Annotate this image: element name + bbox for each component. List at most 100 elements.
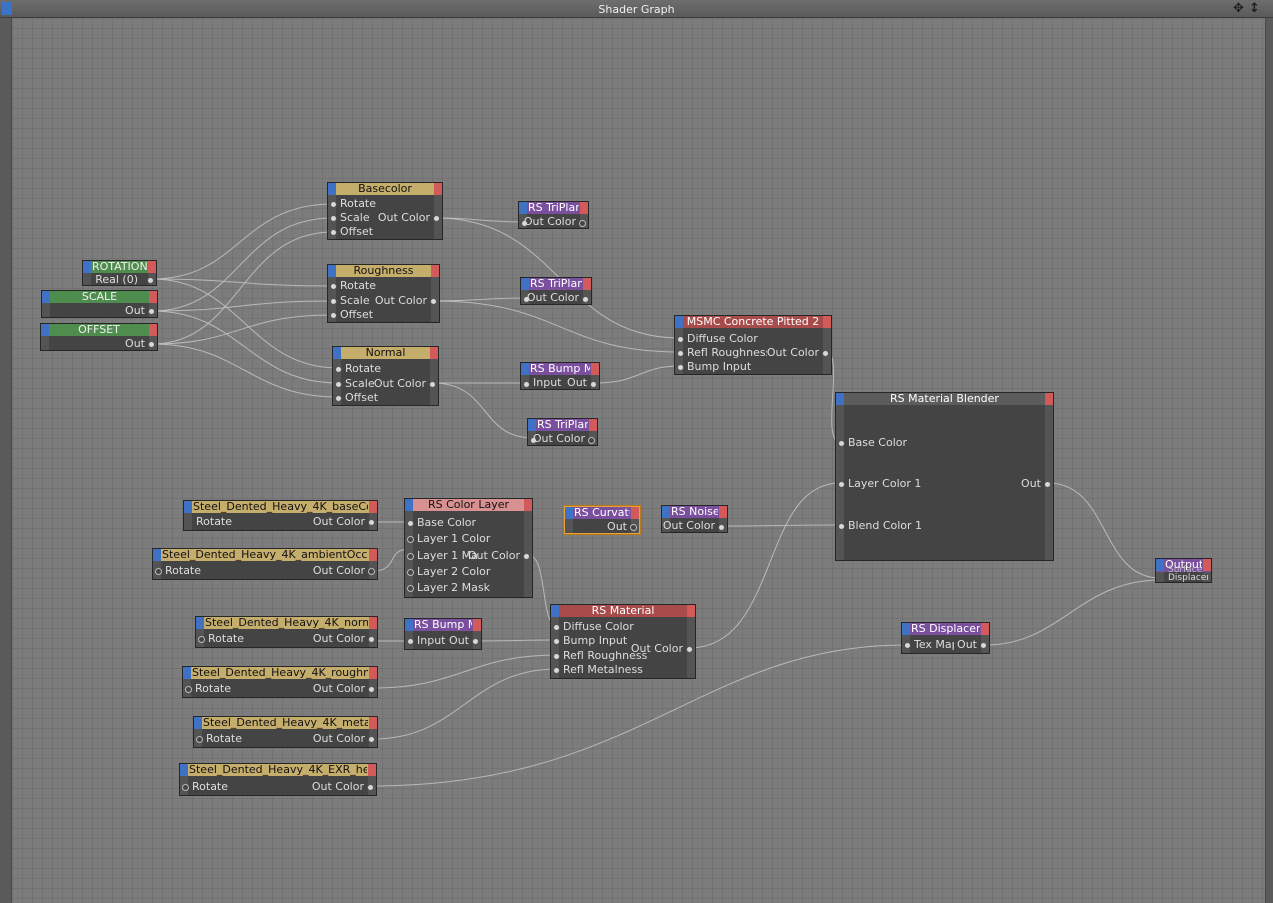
- input-port[interactable]: [677, 350, 684, 357]
- output-port[interactable]: [1044, 481, 1051, 488]
- output-port[interactable]: [430, 298, 437, 305]
- node-bump-map-2[interactable]: RS Bump Map Input Out: [404, 618, 482, 650]
- input-port[interactable]: [838, 440, 845, 447]
- node-roughness[interactable]: Roughness Rotate Scale Offset Out Color: [327, 264, 440, 323]
- output-port[interactable]: [367, 784, 374, 791]
- window-titlebar: Shader Graph ✥ ↕: [0, 0, 1273, 18]
- input-port[interactable]: [407, 569, 414, 576]
- input-port[interactable]: [330, 229, 337, 236]
- node-title: RS Bump Map: [414, 619, 472, 631]
- node-title: RS Bump Map: [530, 363, 590, 375]
- node-msmc-concrete[interactable]: MSMC Concrete Pitted 2 Diffuse Color Ref…: [674, 315, 832, 375]
- output-port[interactable]: [148, 341, 155, 348]
- node-offset[interactable]: OFFSET Out: [40, 323, 158, 351]
- output-port[interactable]: [368, 636, 375, 643]
- node-texture-basecolor[interactable]: Steel_Dented_Heavy_4K_baseColor Rotate O…: [183, 500, 378, 531]
- input-port[interactable]: [553, 653, 560, 660]
- node-curvature[interactable]: RS Curvature Out: [564, 506, 640, 534]
- input-port[interactable]: [185, 686, 192, 693]
- node-color-layer[interactable]: RS Color Layer Base Color Layer 1 Color …: [404, 498, 533, 598]
- input-port[interactable]: [407, 585, 414, 592]
- input-port[interactable]: [407, 536, 414, 543]
- node-texture-normal[interactable]: Steel_Dented_Heavy_4K_normal Rotate Out …: [195, 616, 378, 648]
- output-port[interactable]: [590, 381, 597, 388]
- output-port[interactable]: [433, 215, 440, 222]
- input-port[interactable]: [335, 395, 342, 402]
- node-texture-height[interactable]: Steel_Dented_Heavy_4K_EXR_height Rotate …: [179, 763, 377, 796]
- output-port[interactable]: [630, 524, 637, 531]
- output-port[interactable]: [582, 296, 589, 303]
- input-port[interactable]: [198, 636, 205, 643]
- node-title: RS Material: [591, 605, 655, 617]
- input-port[interactable]: [330, 298, 337, 305]
- node-normal[interactable]: Normal Rotate Scale Offset Out Color: [332, 346, 439, 406]
- input-port[interactable]: [407, 520, 414, 527]
- node-title: RS Noise: [671, 506, 718, 518]
- output-port[interactable]: [718, 524, 725, 531]
- input-port[interactable]: [553, 667, 560, 674]
- up-down-arrows-icon[interactable]: ↕: [1249, 1, 1261, 17]
- input-port[interactable]: [335, 381, 342, 388]
- node-title: RS Color Layer: [427, 499, 509, 511]
- output-port[interactable]: [147, 277, 154, 284]
- move-icon[interactable]: ✥: [1233, 1, 1247, 17]
- node-title: RS Material Blender: [890, 393, 999, 405]
- output-port[interactable]: [822, 350, 829, 357]
- node-scale[interactable]: SCALE Out: [41, 290, 158, 318]
- node-material-blender[interactable]: RS Material Blender Base Color Layer Col…: [835, 392, 1054, 561]
- input-port[interactable]: [330, 201, 337, 208]
- input-port[interactable]: [196, 736, 203, 743]
- input-port[interactable]: [677, 336, 684, 343]
- input-port[interactable]: [155, 568, 162, 575]
- node-noise[interactable]: RS Noise Out Color: [661, 505, 728, 533]
- node-title: Roughness: [353, 265, 414, 277]
- input-port[interactable]: [407, 553, 414, 560]
- output-port[interactable]: [686, 646, 693, 653]
- node-texture-ambient-occlusion[interactable]: Steel_Dented_Heavy_4K_ambientOcclusion R…: [152, 548, 378, 580]
- output-port[interactable]: [579, 220, 586, 227]
- output-port[interactable]: [368, 736, 375, 743]
- output-port[interactable]: [148, 308, 155, 315]
- input-port[interactable]: [553, 624, 560, 631]
- output-port[interactable]: [980, 642, 987, 649]
- node-title: Steel_Dented_Heavy_4K_ambientOcclusion: [162, 549, 368, 561]
- right-panel-edge: [1265, 18, 1273, 903]
- input-port[interactable]: [407, 638, 414, 645]
- output-port[interactable]: [523, 553, 530, 560]
- node-title: OFFSET: [78, 324, 120, 336]
- input-port[interactable]: [523, 381, 530, 388]
- output-port[interactable]: [368, 686, 375, 693]
- node-title: Steel_Dented_Heavy_4K_baseColor: [193, 501, 368, 513]
- input-port[interactable]: [677, 364, 684, 371]
- node-basecolor[interactable]: Basecolor Rotate Scale Offset Out Color: [327, 182, 443, 240]
- node-title: Steel_Dented_Heavy_4K_EXR_height: [189, 764, 367, 776]
- input-port[interactable]: [335, 366, 342, 373]
- input-port[interactable]: [553, 638, 560, 645]
- output-port[interactable]: [429, 381, 436, 388]
- node-title: MSMC Concrete Pitted 2: [686, 316, 820, 328]
- node-title: Normal: [365, 347, 406, 359]
- input-port[interactable]: [838, 523, 845, 530]
- node-bump-map-1[interactable]: RS Bump Map Input Out: [520, 362, 600, 390]
- left-panel-edge: [0, 18, 12, 903]
- output-port[interactable]: [472, 638, 479, 645]
- node-texture-metallic[interactable]: Steel_Dented_Heavy_4K_metallic Rotate Ou…: [193, 716, 378, 748]
- node-triplanar-2[interactable]: RS TriPlanar Out Color: [520, 277, 592, 305]
- node-texture-roughness[interactable]: Steel_Dented_Heavy_4K_roughness Rotate O…: [182, 666, 378, 698]
- node-displacement[interactable]: RS Displacement Tex Map Out: [901, 622, 990, 654]
- input-port[interactable]: [904, 642, 911, 649]
- node-rs-material[interactable]: RS Material Diffuse Color Bump Input Ref…: [550, 604, 696, 679]
- node-title: Basecolor: [358, 183, 412, 195]
- node-triplanar-1[interactable]: RS TriPlanar Out Color: [518, 201, 589, 229]
- input-port[interactable]: [330, 215, 337, 222]
- node-output[interactable]: Output Surface Displacement: [1155, 558, 1212, 583]
- output-port[interactable]: [588, 437, 595, 444]
- input-port[interactable]: [330, 312, 337, 319]
- node-rotation[interactable]: ROTATION Real (0): [82, 260, 157, 286]
- output-port[interactable]: [368, 568, 375, 575]
- output-port[interactable]: [368, 519, 375, 526]
- input-port[interactable]: [838, 481, 845, 488]
- input-port[interactable]: [330, 283, 337, 290]
- input-port[interactable]: [182, 784, 189, 791]
- node-triplanar-3[interactable]: RS TriPlanar Out Color: [527, 418, 598, 446]
